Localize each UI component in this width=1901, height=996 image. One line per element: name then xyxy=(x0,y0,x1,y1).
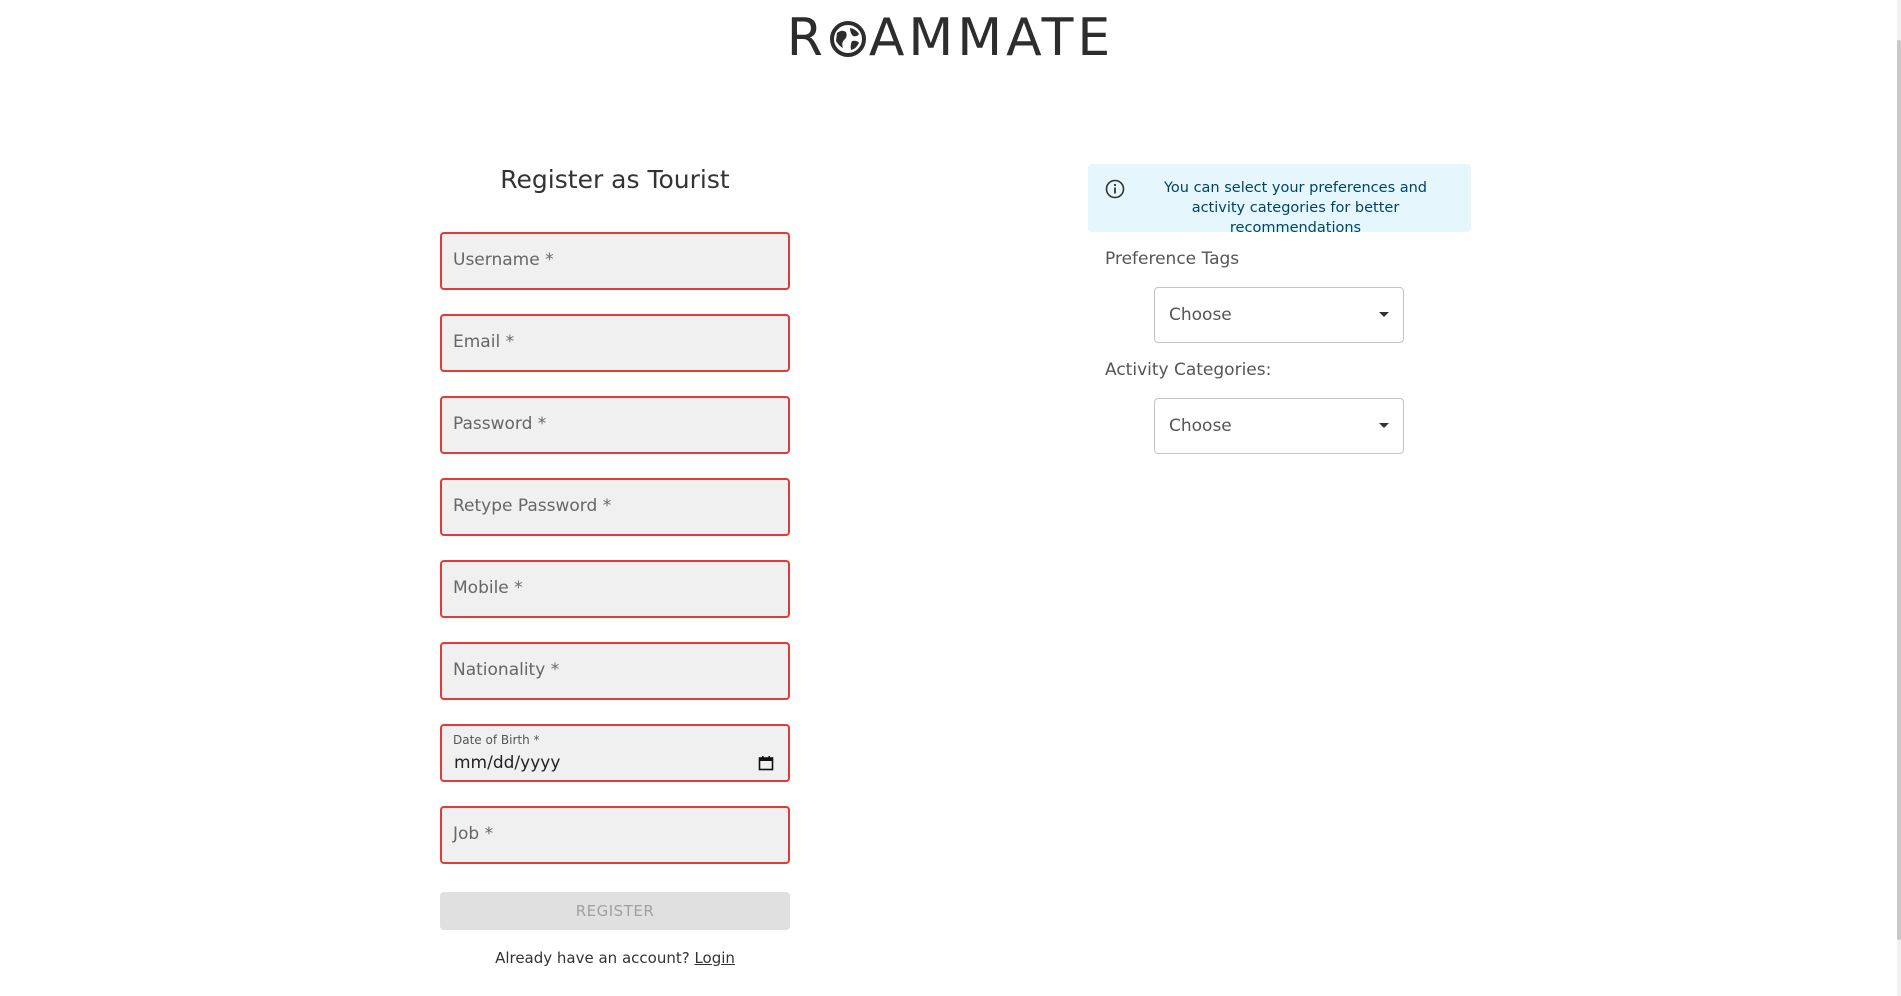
preference-tags-value: Choose xyxy=(1169,305,1232,325)
job-placeholder: Job * xyxy=(453,824,494,844)
nationality-placeholder: Nationality * xyxy=(453,660,560,680)
email-placeholder: Email * xyxy=(453,332,515,352)
email-field[interactable]: Email * xyxy=(440,314,790,372)
already-have-account-text: Already have an account? xyxy=(495,949,690,967)
logo-text-end: AMMATE xyxy=(868,8,1115,68)
username-field[interactable]: Username * xyxy=(440,232,790,290)
mobile-field[interactable]: Mobile * xyxy=(440,560,790,618)
page: R AMMATE Register as Tourist Username * … xyxy=(0,0,1901,996)
activity-categories-select[interactable]: Choose xyxy=(1154,398,1404,454)
username-placeholder: Username * xyxy=(453,250,554,270)
date-of-birth-value: mm/dd/yyyy xyxy=(454,753,561,773)
login-prompt: Already have an account? Login xyxy=(440,949,790,967)
nationality-field[interactable]: Nationality * xyxy=(440,642,790,700)
job-field[interactable]: Job * xyxy=(440,806,790,864)
date-of-birth-label: Date of Birth * xyxy=(453,733,540,747)
page-scrollbar[interactable] xyxy=(1897,0,1901,996)
password-placeholder: Password * xyxy=(453,414,547,434)
date-of-birth-field[interactable]: Date of Birth * mm/dd/yyyy xyxy=(440,724,790,782)
scrollbar-thumb[interactable] xyxy=(1897,40,1901,940)
activity-categories-label: Activity Categories: xyxy=(1105,360,1272,380)
info-alert: You can select your preferences and acti… xyxy=(1088,164,1471,236)
login-link[interactable]: Login xyxy=(694,949,734,967)
preferences-panel: You can select your preferences and acti… xyxy=(1088,164,1471,454)
calendar-icon[interactable] xyxy=(758,755,774,771)
activity-categories-value: Choose xyxy=(1169,416,1232,436)
info-icon xyxy=(1105,179,1125,199)
register-form: Register as Tourist Username * Email * P… xyxy=(440,160,790,967)
retype-password-field[interactable]: Retype Password * xyxy=(440,478,790,536)
register-button[interactable]: REGISTER xyxy=(440,892,790,930)
info-text: You can select your preferences and acti… xyxy=(1163,180,1428,236)
preference-tags-label: Preference Tags xyxy=(1105,249,1240,269)
globe-icon xyxy=(829,21,866,57)
dropdown-arrow-icon xyxy=(1379,312,1389,317)
password-field[interactable]: Password * xyxy=(440,396,790,454)
roammate-logo[interactable]: R AMMATE xyxy=(0,12,1901,64)
preference-tags-select[interactable]: Choose xyxy=(1154,287,1404,343)
retype-password-placeholder: Retype Password * xyxy=(453,496,612,516)
form-title: Register as Tourist xyxy=(500,165,730,194)
logo-text-start: R xyxy=(786,8,827,68)
mobile-placeholder: Mobile * xyxy=(453,578,523,598)
dropdown-arrow-icon xyxy=(1379,423,1389,428)
